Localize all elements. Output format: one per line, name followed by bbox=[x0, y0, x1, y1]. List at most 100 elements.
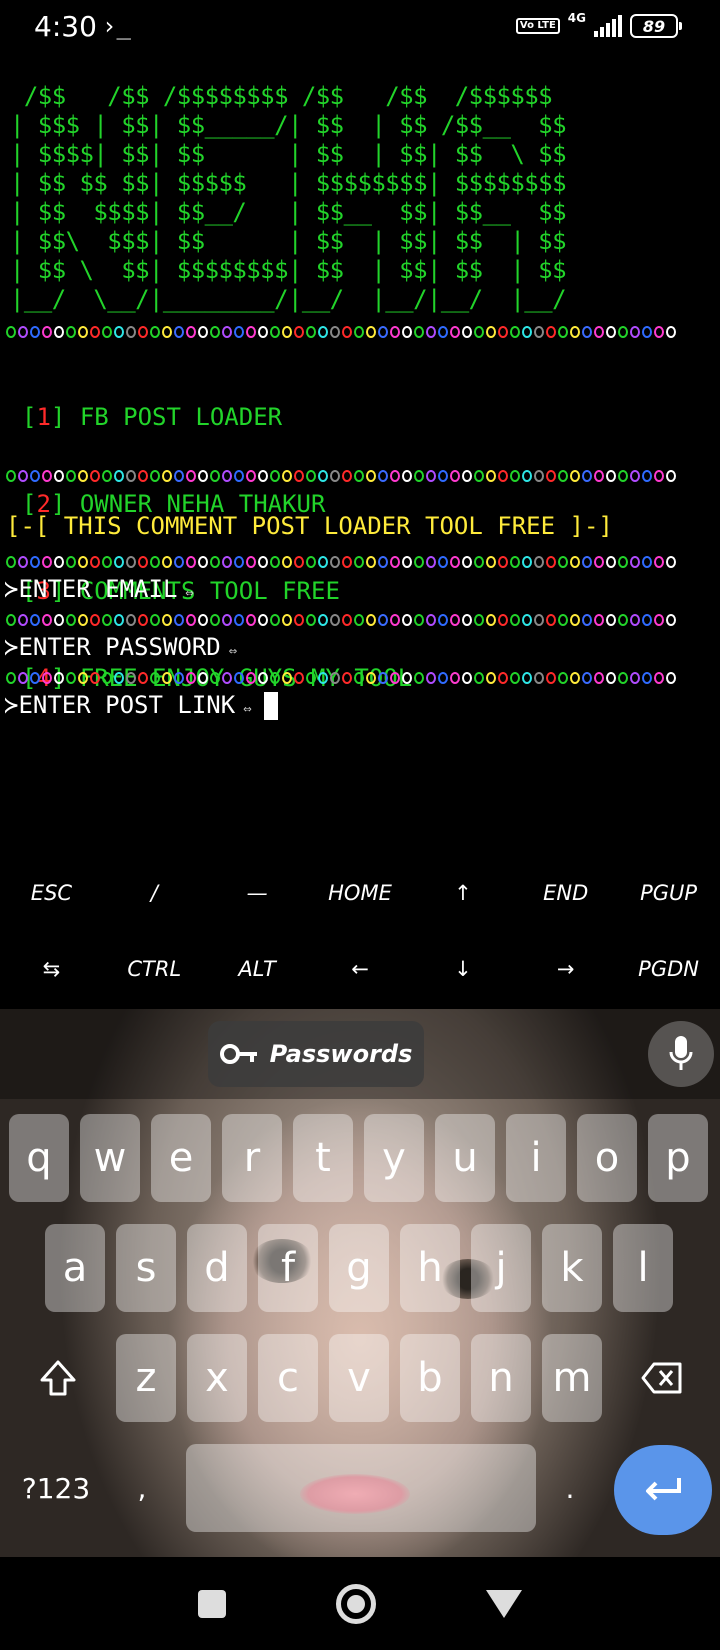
key-g[interactable]: g bbox=[329, 1224, 389, 1312]
separator-dot bbox=[342, 556, 352, 568]
separator-dot bbox=[270, 556, 280, 568]
back-button[interactable] bbox=[486, 1589, 522, 1618]
separator-dot bbox=[222, 672, 232, 684]
key-l[interactable]: l bbox=[613, 1224, 673, 1312]
key-s[interactable]: s bbox=[116, 1224, 176, 1312]
ctrl-key[interactable]: CTRL bbox=[103, 957, 206, 981]
separator-dot bbox=[486, 470, 496, 482]
menu-item-number: 1 bbox=[36, 403, 51, 431]
space-bar[interactable] bbox=[186, 1444, 536, 1532]
network-type: 4G bbox=[567, 11, 586, 25]
microphone-icon bbox=[669, 1036, 693, 1070]
separator-dot bbox=[594, 614, 604, 626]
separator-dot bbox=[162, 672, 172, 684]
separator-dot bbox=[210, 672, 220, 684]
home-key[interactable]: HOME bbox=[309, 881, 412, 905]
key-o[interactable]: o bbox=[577, 1114, 637, 1202]
pgup-key[interactable]: PGUP bbox=[617, 881, 720, 905]
separator-dot bbox=[186, 556, 196, 568]
key-i[interactable]: i bbox=[506, 1114, 566, 1202]
end-key[interactable]: END bbox=[514, 881, 617, 905]
key-y[interactable]: y bbox=[364, 1114, 424, 1202]
up-arrow-key[interactable]: ↑ bbox=[411, 881, 514, 905]
separator-dot bbox=[594, 470, 604, 482]
separator-dot bbox=[450, 556, 460, 568]
separator-dot bbox=[174, 614, 184, 626]
separator-dot bbox=[162, 326, 172, 338]
key-h[interactable]: h bbox=[400, 1224, 460, 1312]
key-e[interactable]: e bbox=[151, 1114, 211, 1202]
separator-dot bbox=[390, 614, 400, 626]
separator-dot bbox=[642, 470, 652, 482]
separator-dot bbox=[486, 556, 496, 568]
terminal-output[interactable]: /$$ /$$ /$$$$$$$$ /$$ /$$ /$$$$$$ | $$$ … bbox=[0, 60, 720, 860]
separator-dot bbox=[246, 556, 256, 568]
key-p[interactable]: p bbox=[648, 1114, 708, 1202]
text-cursor[interactable] bbox=[263, 692, 278, 720]
separator-dot bbox=[570, 556, 580, 568]
key-k[interactable]: k bbox=[542, 1224, 602, 1312]
key-j[interactable]: j bbox=[471, 1224, 531, 1312]
key-x[interactable]: x bbox=[187, 1334, 247, 1422]
email-prompt: ≻ENTER EMAIL ⇔ bbox=[4, 575, 194, 603]
separator-dot bbox=[558, 556, 568, 568]
separator-dot bbox=[534, 326, 544, 338]
period-key[interactable]: . bbox=[540, 1444, 600, 1532]
comma-key[interactable]: , bbox=[112, 1444, 172, 1532]
signal-icon bbox=[594, 15, 622, 37]
key-z[interactable]: z bbox=[116, 1334, 176, 1422]
down-arrow-key[interactable]: ↓ bbox=[411, 957, 514, 981]
key-v[interactable]: v bbox=[329, 1334, 389, 1422]
esc-key[interactable]: ESC bbox=[0, 881, 103, 905]
key-u[interactable]: u bbox=[435, 1114, 495, 1202]
password-prompt-label: ENTER PASSWORD bbox=[18, 633, 221, 661]
separator-dot bbox=[378, 614, 388, 626]
key-w[interactable]: w bbox=[80, 1114, 140, 1202]
dot-separator bbox=[6, 326, 714, 340]
tab-key[interactable]: ⇆ bbox=[0, 957, 103, 981]
separator-dot bbox=[162, 556, 172, 568]
separator-dot bbox=[654, 614, 664, 626]
battery-icon: 89 bbox=[630, 14, 682, 38]
recents-button[interactable] bbox=[198, 1589, 226, 1618]
separator-dot bbox=[198, 556, 208, 568]
separator-dot bbox=[234, 672, 244, 684]
home-button[interactable] bbox=[336, 1583, 376, 1624]
separator-dot bbox=[18, 326, 28, 338]
enter-key[interactable] bbox=[614, 1445, 712, 1535]
key-a[interactable]: a bbox=[45, 1224, 105, 1312]
passwords-chip[interactable]: Passwords bbox=[208, 1021, 424, 1087]
separator-dot bbox=[258, 614, 268, 626]
symbols-key[interactable]: ?123 bbox=[14, 1444, 98, 1532]
key-r[interactable]: r bbox=[222, 1114, 282, 1202]
separator-dot bbox=[582, 470, 592, 482]
alt-key[interactable]: ALT bbox=[206, 957, 309, 981]
slash-key[interactable]: / bbox=[103, 881, 206, 905]
right-arrow-key[interactable]: → bbox=[514, 957, 617, 981]
key-n[interactable]: n bbox=[471, 1334, 531, 1422]
key-d[interactable]: d bbox=[187, 1224, 247, 1312]
backspace-key[interactable] bbox=[624, 1334, 700, 1422]
separator-dot bbox=[378, 672, 388, 684]
key-t[interactable]: t bbox=[293, 1114, 353, 1202]
post-link-prompt[interactable]: ≻ENTER POST LINK ⇔ bbox=[4, 691, 278, 720]
key-m[interactable]: m bbox=[542, 1334, 602, 1422]
key-q[interactable]: q bbox=[9, 1114, 69, 1202]
separator-dot bbox=[474, 326, 484, 338]
key-b[interactable]: b bbox=[400, 1334, 460, 1422]
separator-dot bbox=[294, 470, 304, 482]
separator-dot bbox=[534, 672, 544, 684]
separator-dot bbox=[558, 614, 568, 626]
dash-key[interactable]: — bbox=[206, 881, 309, 905]
separator-dot bbox=[522, 470, 532, 482]
separator-dot bbox=[186, 470, 196, 482]
separator-dot bbox=[426, 672, 436, 684]
microphone-button[interactable] bbox=[648, 1021, 714, 1087]
separator-dot bbox=[570, 672, 580, 684]
shift-key[interactable] bbox=[20, 1334, 96, 1422]
key-f[interactable]: f bbox=[258, 1224, 318, 1312]
pgdn-key[interactable]: PGDN bbox=[617, 957, 720, 981]
left-arrow-key[interactable]: ← bbox=[309, 957, 412, 981]
key-c[interactable]: c bbox=[258, 1334, 318, 1422]
status-icons: Vo LTE 4G 89 bbox=[515, 11, 682, 38]
